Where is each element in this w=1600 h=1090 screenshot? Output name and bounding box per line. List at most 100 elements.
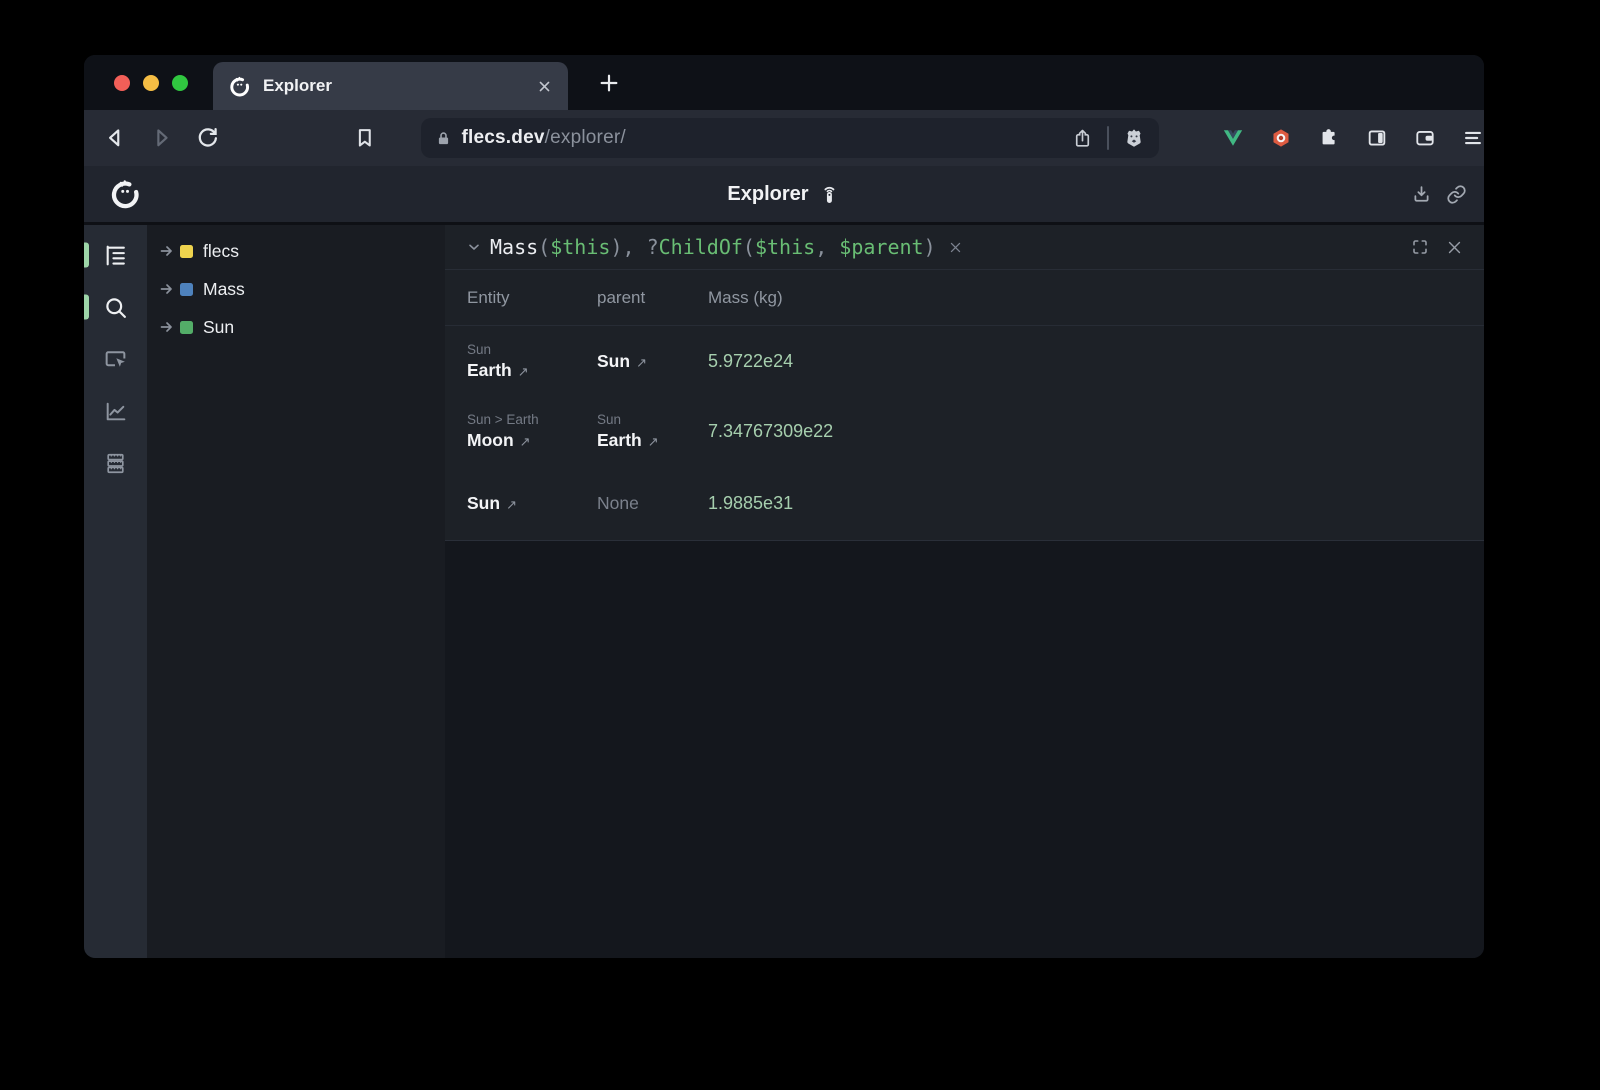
- tab-favicon-flecs-icon: [229, 76, 250, 97]
- forward-button[interactable]: [150, 126, 174, 150]
- tree-item-mass[interactable]: Mass: [147, 270, 445, 308]
- table-row: Sun > Earth Moon↗ Sun Earth↗ 7.34767309e…: [445, 396, 1484, 466]
- mass-value: 5.9722e24: [708, 351, 1484, 372]
- sidebar-item-charts[interactable]: [84, 385, 147, 437]
- parent-cell: Sun Earth↗: [597, 402, 708, 461]
- app-header: Explorer: [84, 166, 1484, 225]
- tab-title: Explorer: [263, 76, 537, 96]
- back-button[interactable]: [103, 126, 127, 150]
- open-link-icon[interactable]: ↗: [518, 364, 529, 380]
- browser-menu-icon[interactable]: [1462, 127, 1484, 149]
- extension-icons: [1222, 127, 1484, 149]
- fullscreen-icon[interactable]: [1411, 238, 1429, 256]
- remote-connection-icon[interactable]: [819, 183, 841, 205]
- expand-arrow-icon[interactable]: [159, 319, 175, 335]
- query-panel: Mass($this), ?ChildOf($this, $parent): [445, 225, 1484, 958]
- result-table-header: Entity parent Mass (kg): [445, 270, 1484, 326]
- sidebar-item-tables[interactable]: [84, 437, 147, 489]
- entity-link[interactable]: Moon↗: [467, 430, 597, 451]
- minimize-window-button[interactable]: [143, 75, 159, 91]
- download-icon[interactable]: [1411, 184, 1432, 205]
- parent-path: Sun: [597, 412, 708, 427]
- toolbar-divider: [1107, 126, 1109, 150]
- entity-tree-panel: flecs Mass: [147, 225, 445, 958]
- flecs-logo-icon[interactable]: [110, 179, 140, 209]
- entity-link[interactable]: Sun↗: [467, 493, 597, 514]
- zoom-window-button[interactable]: [172, 75, 188, 91]
- parent-cell: Sun↗: [597, 341, 708, 382]
- bookmark-icon[interactable]: [353, 126, 377, 150]
- brave-shields-icon[interactable]: [1123, 127, 1145, 149]
- url-text: flecs.dev/explorer/: [462, 127, 626, 149]
- entity-link[interactable]: Earth↗: [467, 360, 597, 381]
- app-title-text: Explorer: [727, 183, 808, 206]
- extensions-puzzle-icon[interactable]: [1318, 127, 1340, 149]
- header-actions: [1411, 184, 1484, 205]
- result-table-body: Sun Earth↗ Sun↗ 5.9722e24 Sun > E: [445, 326, 1484, 541]
- open-link-icon[interactable]: ↗: [648, 434, 659, 450]
- active-indicator: [84, 295, 89, 320]
- tree-item-sun[interactable]: Sun: [147, 308, 445, 346]
- close-panel-icon[interactable]: [1446, 239, 1463, 256]
- main-content: flecs Mass: [84, 225, 1484, 958]
- parent-link[interactable]: Sun↗: [597, 351, 708, 372]
- expand-arrow-icon[interactable]: [159, 243, 175, 259]
- entity-cell: Sun Earth↗: [467, 332, 597, 391]
- clear-query-icon[interactable]: [948, 240, 963, 255]
- browser-toolbar: flecs.dev/explorer/: [84, 110, 1484, 166]
- column-entity: Entity: [467, 288, 597, 308]
- new-tab-button[interactable]: [598, 72, 620, 94]
- open-link-icon[interactable]: ↗: [520, 434, 531, 450]
- share-icon[interactable]: [1072, 128, 1093, 149]
- traffic-lights: [114, 75, 188, 91]
- entity-cell: Sun > Earth Moon↗: [467, 402, 597, 461]
- sidebar-item-inspector[interactable]: [84, 333, 147, 385]
- table-row: Sun Earth↗ Sun↗ 5.9722e24: [445, 326, 1484, 396]
- active-indicator: [84, 243, 89, 268]
- mass-cell: 7.34767309e22: [708, 411, 1484, 452]
- query-expression[interactable]: Mass($this), ?ChildOf($this, $parent): [490, 235, 936, 259]
- tab-close-icon[interactable]: [537, 79, 552, 94]
- parent-link[interactable]: Earth↗: [597, 430, 708, 451]
- vue-devtools-icon[interactable]: [1222, 127, 1244, 149]
- open-link-icon[interactable]: ↗: [636, 355, 647, 371]
- browser-window: Explorer: [84, 55, 1484, 958]
- parent-none: None: [597, 493, 708, 514]
- wallet-icon[interactable]: [1414, 127, 1436, 149]
- entity-path: Sun > Earth: [467, 412, 597, 427]
- reload-button[interactable]: [196, 126, 220, 150]
- open-link-icon[interactable]: ↗: [506, 497, 517, 513]
- mass-cell: 5.9722e24: [708, 341, 1484, 382]
- parent-cell: None: [597, 483, 708, 524]
- sidebar-toggle-icon[interactable]: [1366, 127, 1388, 149]
- mass-value: 1.9885e31: [708, 493, 1484, 514]
- column-mass: Mass (kg): [708, 288, 1484, 308]
- query-panel-empty-area: [445, 541, 1484, 958]
- hexagon-extension-icon[interactable]: [1270, 127, 1292, 149]
- sidebar-item-tree[interactable]: [84, 229, 147, 281]
- table-row: Sun↗ None 1.9885e31: [445, 466, 1484, 540]
- tree-item-label: flecs: [203, 241, 239, 262]
- url-bar[interactable]: flecs.dev/explorer/: [421, 118, 1160, 158]
- sidebar-icon-rail: [84, 225, 147, 958]
- column-parent: parent: [597, 288, 708, 308]
- entity-color-swatch: [180, 245, 193, 258]
- tab-explorer[interactable]: Explorer: [213, 62, 568, 110]
- sidebar-item-query[interactable]: [84, 281, 147, 333]
- entity-color-swatch: [180, 321, 193, 334]
- expand-arrow-icon[interactable]: [159, 281, 175, 297]
- browser-tab-bar: Explorer: [84, 55, 1484, 110]
- mass-value: 7.34767309e22: [708, 421, 1484, 442]
- tree-item-label: Mass: [203, 279, 245, 300]
- chevron-down-icon[interactable]: [466, 239, 482, 255]
- url-domain: flecs.dev: [462, 127, 545, 148]
- link-icon[interactable]: [1446, 184, 1467, 205]
- tree-item-flecs[interactable]: flecs: [147, 232, 445, 270]
- lock-icon: [435, 130, 452, 147]
- entity-cell: Sun↗: [467, 483, 597, 524]
- tree-item-label: Sun: [203, 317, 234, 338]
- entity-path: Sun: [467, 342, 597, 357]
- screen: Explorer: [0, 0, 1600, 1090]
- close-window-button[interactable]: [114, 75, 130, 91]
- app-title: Explorer: [727, 183, 840, 206]
